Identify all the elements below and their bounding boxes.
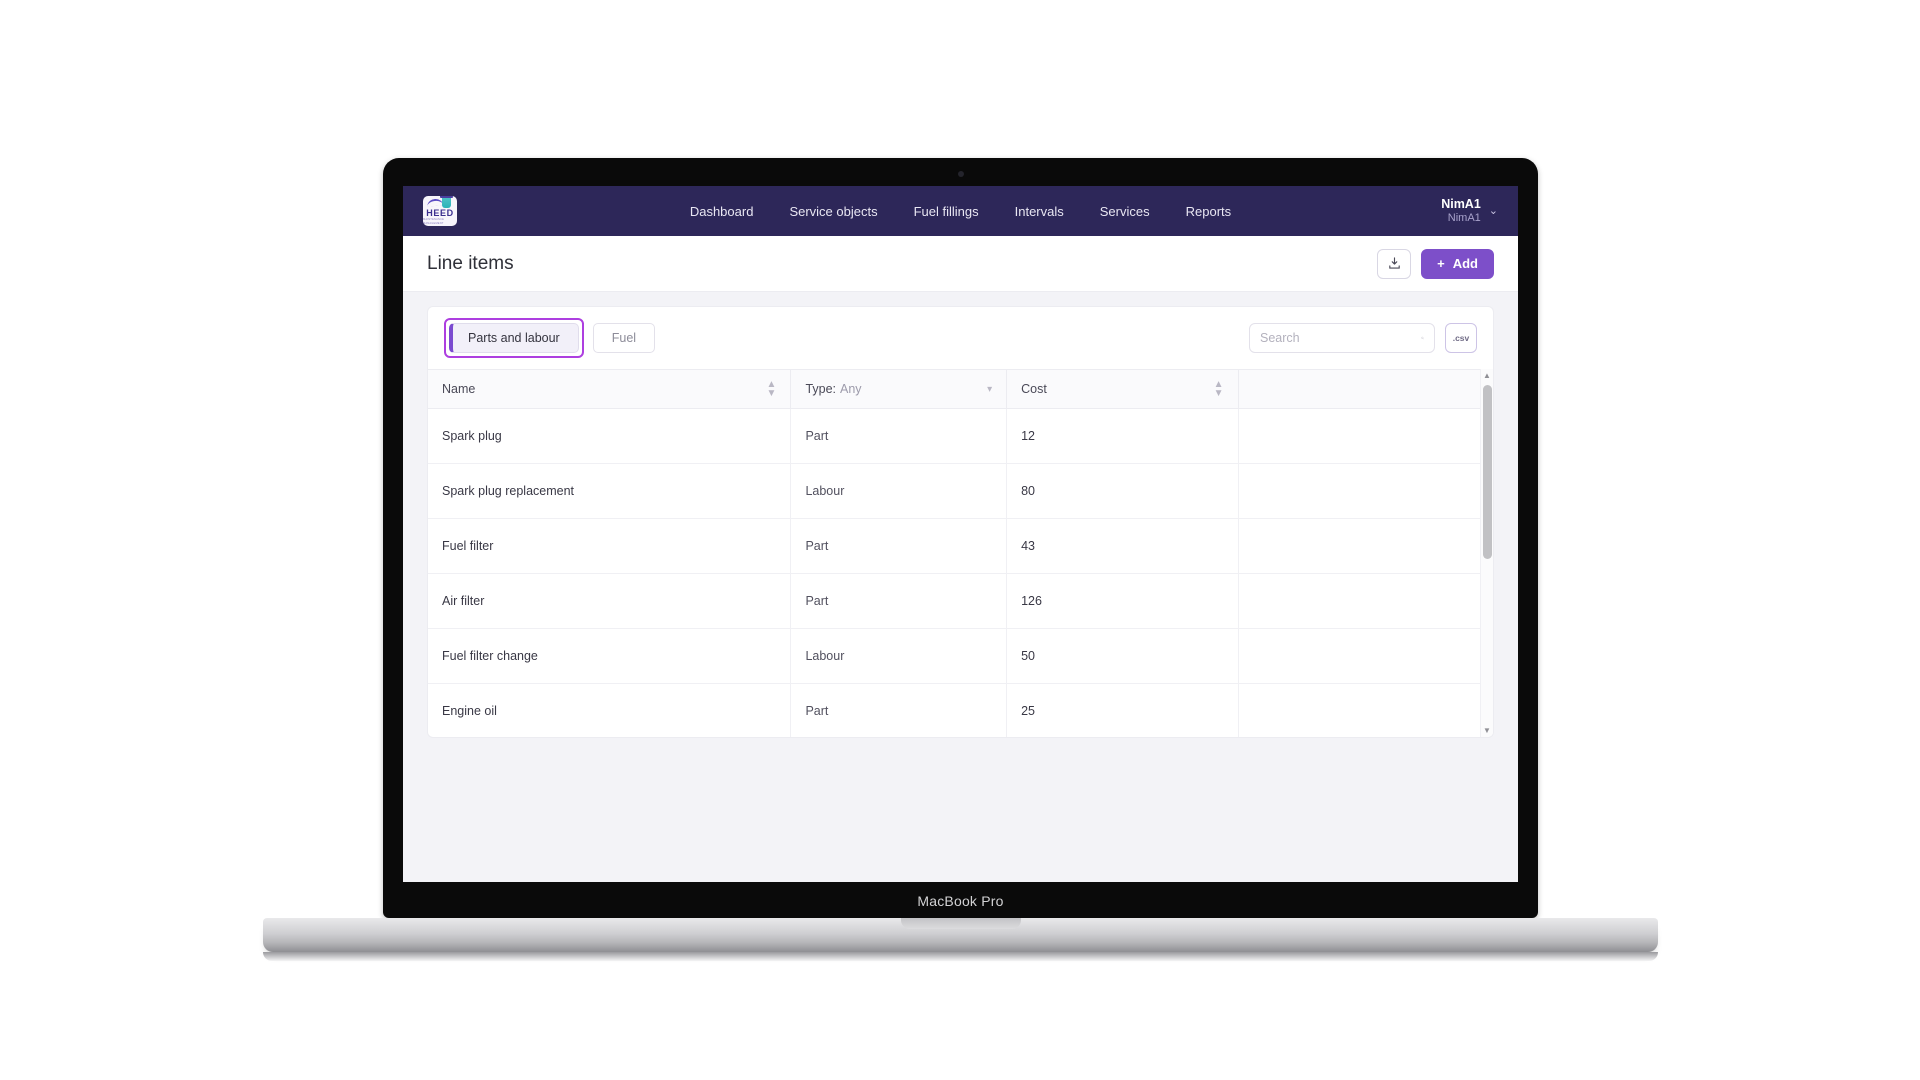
add-button[interactable]: + Add xyxy=(1421,248,1494,279)
nav-item-dashboard[interactable]: Dashboard xyxy=(690,204,754,219)
sort-icon[interactable]: ▲ ▼ xyxy=(1214,380,1224,399)
user-account: NimA1 xyxy=(1447,211,1481,224)
tab-fuel[interactable]: Fuel xyxy=(592,323,656,353)
page-content: Parts and labour Fuel Search .csv Name ▲… xyxy=(403,292,1518,738)
page-header: Line items + Add xyxy=(403,236,1518,292)
screenshot-stage: MacBook Pro HEED MAINTENANCE MANAGEMENT … xyxy=(0,0,1920,1080)
table-row[interactable]: Air filter Part 126 xyxy=(428,573,1480,629)
scroll-up-arrow[interactable]: ▲ xyxy=(1481,369,1493,382)
scroll-down-arrow[interactable]: ▼ xyxy=(1481,724,1493,737)
page-header-actions: + Add xyxy=(1377,248,1494,279)
nav-item-intervals[interactable]: Intervals xyxy=(1015,204,1064,219)
chevron-down-icon[interactable]: ⌄ xyxy=(1489,204,1498,217)
column-header-actions xyxy=(1238,369,1480,409)
card-toolbar: Parts and labour Fuel Search .csv xyxy=(428,307,1493,369)
search-input[interactable] xyxy=(1260,331,1421,345)
cell-cost: 43 xyxy=(1006,518,1239,574)
user-name: NimA1 xyxy=(1441,197,1481,212)
cell-name: Air filter xyxy=(428,573,792,629)
table-row[interactable]: Spark plug Part 12 xyxy=(428,408,1480,464)
cell-actions xyxy=(1238,463,1480,519)
cell-cost: 12 xyxy=(1006,408,1239,464)
user-names: NimA1 NimA1 xyxy=(1441,197,1481,224)
cell-type: Labour xyxy=(790,463,1008,519)
cell-cost: 126 xyxy=(1006,573,1239,629)
table-head: Name ▲ ▼ Type: Any ▾ Cost ▲ ▼ xyxy=(428,369,1480,409)
primary-nav: Dashboard Service objects Fuel fillings … xyxy=(403,204,1518,219)
column-header-type[interactable]: Type: Any ▾ xyxy=(790,369,1008,409)
cell-type: Part xyxy=(790,408,1008,464)
table-scrollbar[interactable]: ▲ ▼ xyxy=(1480,369,1493,737)
sort-icon[interactable]: ▲ ▼ xyxy=(767,380,777,399)
cell-name: Engine oil xyxy=(428,683,792,737)
cell-name: Fuel filter xyxy=(428,518,792,574)
cell-actions xyxy=(1238,573,1480,629)
column-label-type: Type: xyxy=(805,382,837,396)
cell-cost: 25 xyxy=(1006,683,1239,737)
device-label: MacBook Pro xyxy=(917,893,1004,909)
cell-cost: 50 xyxy=(1006,628,1239,684)
table-body: Spark plug Part 12 Spark plug replacemen… xyxy=(428,408,1480,737)
line-items-table: Name ▲ ▼ Type: Any ▾ Cost ▲ ▼ Spark plug… xyxy=(428,369,1480,737)
cell-name: Fuel filter change xyxy=(428,628,792,684)
top-navbar: HEED MAINTENANCE MANAGEMENT Dashboard Se… xyxy=(403,186,1518,236)
add-button-label: Add xyxy=(1452,256,1478,271)
cell-name: Spark plug xyxy=(428,408,792,464)
download-icon xyxy=(1388,257,1400,269)
cell-name: Spark plug replacement xyxy=(428,463,792,519)
nav-item-services[interactable]: Services xyxy=(1100,204,1150,219)
logo-tagline: MAINTENANCE MANAGEMENT xyxy=(423,218,445,225)
nav-item-service-objects[interactable]: Service objects xyxy=(789,204,877,219)
user-menu[interactable]: NimA1 NimA1 ⌄ xyxy=(1441,197,1498,224)
table-row[interactable]: Fuel filter change Labour 50 xyxy=(428,628,1480,684)
table-header-row: Name ▲ ▼ Type: Any ▾ Cost ▲ ▼ xyxy=(428,369,1480,409)
cell-type: Part xyxy=(790,573,1008,629)
nav-item-reports[interactable]: Reports xyxy=(1186,204,1232,219)
column-header-cost[interactable]: Cost ▲ ▼ xyxy=(1006,369,1239,409)
type-filter-value: Any xyxy=(840,382,862,396)
nav-item-fuel-fillings[interactable]: Fuel fillings xyxy=(914,204,979,219)
tab-focus-ring: Parts and labour xyxy=(444,318,584,358)
laptop-lid: MacBook Pro HEED MAINTENANCE MANAGEMENT … xyxy=(383,158,1538,918)
column-label-name: Name xyxy=(442,382,476,396)
cell-actions xyxy=(1238,628,1480,684)
export-button[interactable] xyxy=(1377,248,1412,279)
card-toolbar-right: .csv xyxy=(1249,323,1477,353)
table-row[interactable]: Fuel filter Part 43 xyxy=(428,518,1480,574)
csv-export-button[interactable]: .csv xyxy=(1445,323,1477,353)
search-box[interactable] xyxy=(1249,323,1435,353)
search-icon[interactable] xyxy=(1421,331,1424,345)
tab-group: Parts and labour Fuel xyxy=(444,318,656,358)
column-label-cost: Cost xyxy=(1021,382,1047,396)
laptop-mockup: MacBook Pro HEED MAINTENANCE MANAGEMENT … xyxy=(263,158,1658,961)
scrollbar-thumb[interactable] xyxy=(1483,385,1492,559)
line-items-card: Parts and labour Fuel Search .csv Name ▲… xyxy=(427,306,1494,738)
page-title: Line items xyxy=(427,252,514,274)
cell-type: Part xyxy=(790,683,1008,737)
table-row[interactable]: Spark plug replacement Labour 80 xyxy=(428,463,1480,519)
cell-cost: 80 xyxy=(1006,463,1239,519)
cell-actions xyxy=(1238,408,1480,464)
table-scroll-area: Name ▲ ▼ Type: Any ▾ Cost ▲ ▼ Spark plug… xyxy=(428,369,1493,737)
plus-icon: + xyxy=(1437,256,1445,271)
column-header-name[interactable]: Name ▲ ▼ xyxy=(428,369,792,409)
webcam-dot xyxy=(957,171,964,177)
laptop-base xyxy=(263,918,1658,961)
chevron-down-icon[interactable]: ▾ xyxy=(987,384,992,394)
laptop-base-foot xyxy=(263,952,1658,961)
table-row[interactable]: Engine oil Part 25 xyxy=(428,683,1480,737)
cell-actions xyxy=(1238,518,1480,574)
browser-viewport: HEED MAINTENANCE MANAGEMENT Dashboard Se… xyxy=(403,186,1518,882)
cell-type: Labour xyxy=(790,628,1008,684)
cell-actions xyxy=(1238,683,1480,737)
cell-type: Part xyxy=(790,518,1008,574)
tab-parts-and-labour[interactable]: Parts and labour xyxy=(449,323,579,353)
